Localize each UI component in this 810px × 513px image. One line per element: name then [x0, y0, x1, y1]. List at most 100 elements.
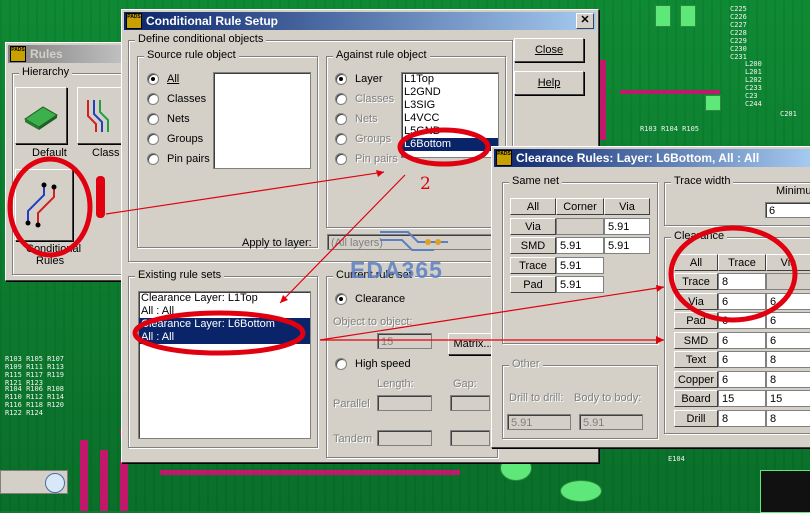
body-to-body-field[interactable]: 5.91 — [579, 414, 643, 430]
clearance-row-label[interactable]: SMD — [674, 332, 718, 349]
clearance-cell[interactable]: 6 — [766, 332, 810, 349]
clearance-cell[interactable]: 6 — [718, 332, 766, 349]
clearance-cell[interactable]: 8 — [766, 410, 810, 427]
clearance-row-label[interactable]: Copper — [674, 371, 718, 388]
same-net-all-button[interactable]: All — [510, 198, 556, 215]
same-net-smd-row[interactable]: SMD — [510, 237, 556, 254]
parallel-length-field[interactable] — [377, 395, 432, 411]
clearance-label: Clearance — [671, 230, 728, 242]
default-label: Default — [32, 147, 67, 159]
source-groups-radio[interactable]: Groups — [147, 133, 203, 145]
pads-app-icon: PADS — [496, 150, 512, 166]
against-layer-radio[interactable]: Layer — [335, 73, 383, 85]
close-button[interactable]: Close — [514, 38, 584, 62]
same-net-via-via[interactable]: 5.91 — [604, 218, 650, 235]
layer-item[interactable]: L5GND — [402, 125, 498, 138]
tandem-length-field[interactable] — [377, 430, 432, 446]
clearance-row-label[interactable]: Drill — [674, 410, 718, 427]
rules-title: Rules — [30, 47, 63, 61]
source-nets-radio[interactable]: Nets — [147, 113, 190, 125]
clearance-all-button[interactable]: All — [674, 254, 718, 271]
clearance-cell[interactable]: 6 — [718, 293, 766, 310]
same-net-trace-row[interactable]: Trace — [510, 257, 556, 274]
class-rules-button[interactable] — [77, 87, 123, 144]
clearance-row-label[interactable]: Pad — [674, 312, 718, 329]
layer-item[interactable]: L4VCC — [402, 112, 498, 125]
conditional-rules-button[interactable] — [15, 169, 73, 241]
tandem-gap-field[interactable] — [450, 430, 490, 446]
taskbar-fragment — [0, 470, 68, 494]
pcb-labels: R103 R104 R105 — [640, 125, 700, 133]
other-label: Other — [509, 358, 543, 370]
clearance-cell[interactable]: 6 — [718, 351, 766, 368]
clearance-cell[interactable]: 15 — [766, 390, 810, 407]
pcb-trace — [620, 90, 720, 94]
clr-title: Clearance Rules: Layer: L6Bottom, All : … — [516, 151, 760, 165]
against-rule-label: Against rule object — [333, 49, 430, 61]
clearance-cell[interactable]: 6 — [718, 371, 766, 388]
pcb-trace — [100, 450, 108, 511]
source-all-radio[interactable]: All — [147, 73, 179, 85]
clearance-row-label[interactable]: Board — [674, 390, 718, 407]
same-net-trace-corner[interactable]: 5.91 — [556, 257, 604, 274]
same-net-pad-row[interactable]: Pad — [510, 276, 556, 293]
same-net-corner-header[interactable]: Corner — [556, 198, 604, 215]
clearance-cell[interactable]: 8 — [718, 410, 766, 427]
layer-item-selected[interactable]: L6Bottom — [402, 138, 498, 151]
layer-item[interactable]: L1Top — [402, 73, 498, 86]
clearance-cell[interactable]: 8 — [766, 371, 810, 388]
same-net-smd-corner[interactable]: 5.91 — [556, 237, 604, 254]
object-to-object-field[interactable]: 15 — [377, 333, 432, 349]
drill-to-drill-field[interactable]: 5.91 — [507, 414, 571, 430]
help-button[interactable]: Help — [514, 71, 584, 95]
pcb-pad — [560, 480, 602, 502]
clearance-cell[interactable]: 6 — [766, 312, 810, 329]
length-label: Length: — [377, 378, 414, 390]
clearance-cell[interactable]: 6 — [718, 312, 766, 329]
pcb-component — [760, 470, 810, 513]
conditional-traces-icon — [25, 182, 57, 228]
clearance-row-label[interactable]: Via — [674, 293, 718, 310]
minimum-width-field[interactable]: 6 — [765, 202, 810, 218]
against-classes-radio[interactable]: Classes — [335, 93, 394, 105]
pcb-trace — [120, 460, 128, 511]
clearance-cell[interactable]: 15 — [718, 390, 766, 407]
rule-set-item[interactable]: Clearance Layer: L1Top — [139, 292, 310, 305]
clearance-via-header[interactable]: Via — [766, 254, 810, 271]
layer-item[interactable]: L3SIG — [402, 99, 498, 112]
same-net-via-header[interactable]: Via — [604, 198, 650, 215]
against-groups-radio[interactable]: Groups — [335, 133, 391, 145]
clearance-cell[interactable]: 8 — [718, 273, 766, 290]
minimum-label: Minimum — [776, 185, 810, 197]
same-net-pad-corner[interactable]: 5.91 — [556, 276, 604, 293]
clearance-trace-header[interactable]: Trace — [718, 254, 766, 271]
close-icon[interactable]: ✕ — [576, 13, 594, 29]
layer-list[interactable]: L1Top L2GND L3SIG L4VCC L5GND L6Bottom — [401, 72, 499, 158]
clearance-cell[interactable]: 6 — [766, 293, 810, 310]
rule-set-item[interactable]: All : All — [139, 305, 310, 318]
against-pinpairs-radio[interactable]: Pin pairs — [335, 153, 398, 165]
same-net-smd-via[interactable]: 5.91 — [604, 237, 650, 254]
source-object-list[interactable] — [213, 72, 311, 169]
clearance-radio[interactable]: Clearance — [335, 293, 405, 305]
pads-app-icon: PADS — [10, 46, 26, 62]
same-net-via-row[interactable]: Via — [510, 218, 556, 235]
clearance-row-label[interactable]: Trace — [674, 273, 718, 290]
conditional-label-1: Conditional — [26, 243, 82, 255]
layer-item[interactable]: L2GND — [402, 86, 498, 99]
clearance-cell[interactable]: 8 — [766, 351, 810, 368]
default-rules-button[interactable] — [15, 87, 67, 144]
rules-titlebar: PADS Rules — [8, 45, 122, 63]
source-pinpairs-radio[interactable]: Pin pairs — [147, 153, 210, 165]
high-speed-radio[interactable]: High speed — [335, 358, 411, 370]
against-nets-radio[interactable]: Nets — [335, 113, 378, 125]
existing-rule-sets-list[interactable]: Clearance Layer: L1Top All : All Clearan… — [138, 291, 311, 439]
rule-set-item-selected[interactable]: All : All — [139, 331, 310, 344]
parallel-gap-field[interactable] — [450, 395, 490, 411]
rule-set-item-selected[interactable]: Clearance Layer: L6Bottom — [139, 318, 310, 331]
source-classes-radio[interactable]: Classes — [147, 93, 206, 105]
clearance-row-label[interactable]: Text — [674, 351, 718, 368]
annotation-step-number: 2 — [420, 174, 431, 194]
pcb-pad — [655, 5, 671, 27]
existing-rule-sets-label: Existing rule sets — [135, 269, 225, 281]
